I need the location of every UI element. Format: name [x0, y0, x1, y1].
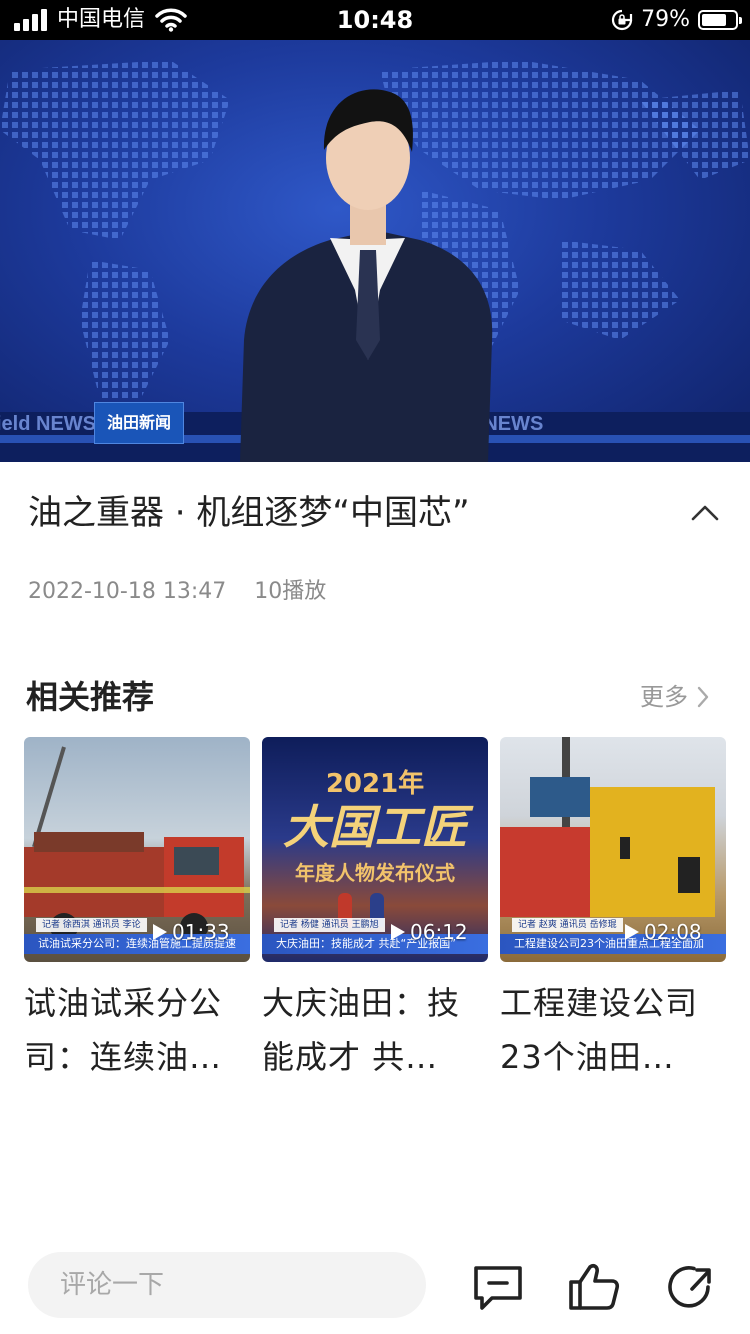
card-title[interactable]: 大庆油田：技能成才 共… [262, 976, 488, 1084]
play-icon [153, 924, 167, 940]
play-icon [391, 924, 405, 940]
like-icon[interactable] [568, 1262, 620, 1312]
card-title[interactable]: 试油试采分公司：连续油… [24, 976, 250, 1084]
station-logo: 油田新闻 [94, 402, 184, 444]
video-thumbnail[interactable]: 记者 赵爽 通讯员 岳修琨 工程建设公司23个油田重点工程全面加 02:08 [500, 737, 726, 962]
publish-date: 2022-10-18 13:47 [28, 579, 227, 604]
svg-text:ield NEWS: ield NEWS [0, 413, 96, 435]
video-duration: 02:08 [624, 919, 702, 945]
chevron-right-icon [697, 686, 709, 708]
duration-label: 01:33 [172, 920, 230, 944]
reporter-credit: 记者 赵爽 通讯员 岳修琨 [512, 918, 623, 932]
battery-percent: 79% [641, 7, 690, 32]
related-heading: 相关推荐 [26, 678, 155, 716]
play-icon [625, 924, 639, 940]
battery-icon [698, 10, 742, 30]
video-thumbnail[interactable]: 记者 徐西淇 通讯员 李论 试油试采分公司：连续油管施工提质提速 01:33 [24, 737, 250, 962]
banner-year: 2021年 [325, 769, 425, 799]
video-thumbnail[interactable]: 2021年 大国工匠 年度人物发布仪式 记者 杨健 通讯员 王鹏旭 大庆油田：技… [262, 737, 488, 962]
more-label: 更多 [640, 683, 688, 711]
reporter-credit: 记者 徐西淇 通讯员 李论 [36, 918, 147, 932]
video-meta: 2022-10-18 13:47 10播放 [28, 576, 326, 608]
video-player[interactable]: ield NEWS ld NEWS 油田新闻 [0, 40, 750, 462]
banner-title: 大国工匠 [283, 800, 467, 854]
card-title[interactable]: 工程建设公司23个油田… [500, 976, 726, 1084]
related-video-card[interactable]: 记者 赵爽 通讯员 岳修琨 工程建设公司23个油田重点工程全面加 02:08 工… [500, 737, 726, 1084]
video-duration: 06:12 [390, 919, 468, 945]
related-video-card[interactable]: 记者 徐西淇 通讯员 李论 试油试采分公司：连续油管施工提质提速 01:33 试… [24, 737, 250, 1084]
chevron-up-icon[interactable] [688, 496, 722, 530]
video-duration: 01:33 [152, 919, 230, 945]
video-title: 油之重器 · 机组逐梦“中国芯” [28, 493, 470, 533]
banner-subtitle: 年度人物发布仪式 [295, 861, 455, 885]
reporter-credit: 记者 杨健 通讯员 王鹏旭 [274, 918, 385, 932]
duration-label: 06:12 [410, 920, 468, 944]
related-video-card[interactable]: 2021年 大国工匠 年度人物发布仪式 记者 杨健 通讯员 王鹏旭 大庆油田：技… [262, 737, 488, 1084]
more-link[interactable]: 更多 [640, 680, 710, 714]
comment-input[interactable] [28, 1252, 426, 1318]
comment-icon[interactable] [472, 1262, 524, 1312]
news-studio-background: ield NEWS ld NEWS [0, 60, 750, 462]
status-bar: 中国电信 10:48 79% [0, 0, 750, 40]
play-count: 10播放 [254, 579, 327, 604]
duration-label: 02:08 [644, 920, 702, 944]
rotation-lock-icon [612, 9, 633, 31]
share-icon[interactable] [664, 1262, 716, 1312]
